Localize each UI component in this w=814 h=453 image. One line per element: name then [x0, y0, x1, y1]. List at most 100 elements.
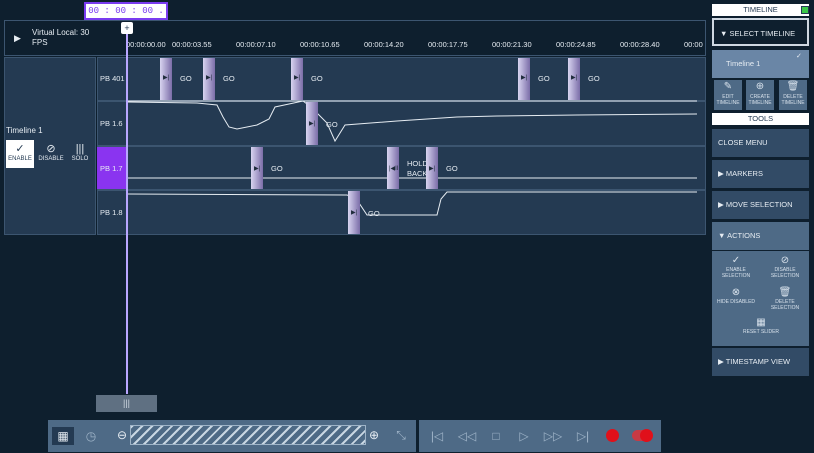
cue-label: GO [538, 74, 550, 83]
disable-selection-button[interactable]: ⊘ DISABLE SELECTION [763, 255, 807, 279]
ruler-tick-3: 00:00:10.65 [300, 40, 340, 49]
ruler-header [4, 20, 706, 56]
disable-icon: ⊘ [780, 255, 790, 266]
edit-timeline-label: EDIT TIMELINE [716, 94, 740, 106]
trash-icon: 🗑 [786, 81, 800, 92]
playhead-drag-handle[interactable]: ||| [96, 395, 157, 412]
edit-timeline-button[interactable]: ✎ EDIT TIMELINE [714, 80, 742, 110]
status-indicator-icon [801, 6, 809, 14]
triangle-down-icon: ▼ [720, 29, 730, 38]
cue-label: GO [311, 74, 323, 83]
delete-timeline-button[interactable]: 🗑 DELETE TIMELINE [779, 80, 807, 110]
solo-bars-icon: ||| [75, 143, 85, 155]
reset-slider-button[interactable]: ▦ RESET SLIDER [739, 317, 783, 335]
pencil-icon: ✎ [723, 81, 733, 92]
cue-label: GO [223, 74, 235, 83]
ruler-tick-9: 00:00 [684, 40, 703, 49]
ruler-tick-2: 00:00:07.10 [236, 40, 276, 49]
create-timeline-button[interactable]: ⊕ CREATE TIMELINE [746, 80, 774, 110]
collapse-icon[interactable]: ⤡ [392, 426, 410, 444]
delete-timeline-label: DELETE TIMELINE [781, 94, 805, 106]
cue-play-icon: ▶| [254, 166, 261, 172]
hide-icon: ⊗ [731, 287, 741, 298]
triangle-right-icon: ▶ [718, 169, 726, 178]
select-timeline-label: SELECT TIMELINE [729, 29, 796, 38]
cue-play-icon: ▶| [294, 75, 301, 81]
enable-selection-label: ENABLE SELECTION [721, 267, 751, 279]
select-timeline-button[interactable]: ▼ SELECT TIMELINE [712, 18, 809, 46]
solo-button[interactable]: ||| SOLO [66, 140, 94, 168]
timestamp-view-button[interactable]: ▶ TIMESTAMP VIEW [712, 348, 809, 376]
record-toggle-knob [640, 429, 653, 442]
ruler-tick-4: 00:00:14.20 [364, 40, 404, 49]
playhead-knob[interactable]: + [121, 22, 133, 34]
disable-button[interactable]: ⊘ DISABLE [37, 140, 65, 168]
stop-icon[interactable]: □ [488, 426, 504, 446]
cue-play-icon: ▶| [429, 166, 436, 172]
check-circle-icon: ✓ [15, 143, 25, 155]
hide-disabled-button[interactable]: ⊗ HIDE DISABLED [714, 287, 758, 305]
triangle-right-icon: ▶ [718, 200, 726, 209]
triangle-down-icon: ▼ [718, 231, 728, 240]
ruler-tick-1: 00:00:03.55 [172, 40, 212, 49]
cue-label: GO [446, 164, 458, 173]
fast-forward-icon[interactable]: ▷▷ [542, 426, 564, 446]
automation-curves [126, 100, 698, 216]
ruler-tick-7: 00:00:24.85 [556, 40, 596, 49]
rewind-icon[interactable]: ◁◁ [456, 426, 478, 446]
delete-selection-button[interactable]: 🗑 DELETE SELECTION [763, 287, 807, 311]
playhead-line[interactable] [126, 22, 128, 394]
actions-label: ACTIONS [727, 231, 761, 240]
ruler-tick-8: 00:00:28.40 [620, 40, 660, 49]
disable-selection-label: DISABLE SELECTION [770, 267, 800, 279]
fps-text: FPS [32, 38, 48, 47]
virtual-local-label: Virtual Local: 30 FPS [32, 28, 102, 48]
cue-play-icon: ▶| [351, 210, 358, 216]
play-icon[interactable]: ▶ [14, 33, 21, 44]
cue-play-icon: ▶| [163, 75, 170, 81]
enable-label: ENABLE [8, 156, 32, 162]
timeline-name: Timeline 1 [6, 126, 43, 135]
cue-label: GO [588, 74, 600, 83]
record-icon[interactable] [606, 429, 619, 442]
enable-button[interactable]: ✓ ENABLE [6, 140, 34, 168]
triangle-right-icon: ▶ [718, 357, 726, 366]
cue-hold-icon: |◀II [389, 166, 399, 172]
timeline-list-item-label: Timeline 1 [726, 59, 761, 68]
trash-icon: 🗑 [778, 287, 792, 298]
ruler-tick-5: 00:00:17.75 [428, 40, 468, 49]
timecode-display[interactable]: 00 : 00 : 00 . 00 [84, 2, 168, 30]
timestamp-view-label: TIMESTAMP VIEW [725, 357, 791, 366]
move-selection-button[interactable]: ▶ MOVE SELECTION [712, 191, 809, 219]
timeline-list-item[interactable]: Timeline 1 ✓ [712, 50, 809, 78]
actions-button[interactable]: ▼ ACTIONS [712, 222, 809, 250]
cue-label: GO [271, 164, 283, 173]
clock-icon[interactable]: ◷ [80, 427, 102, 445]
markers-button[interactable]: ▶ MARKERS [712, 160, 809, 188]
ruler-tick-0: 00:00:00.00 [126, 40, 166, 49]
solo-label: SOLO [71, 156, 89, 162]
enable-selection-button[interactable]: ✓ ENABLE SELECTION [714, 255, 758, 279]
ruler-tick-6: 00:00:21.30 [492, 40, 532, 49]
markers-label: MARKERS [725, 169, 763, 178]
sidebar-title: TIMELINE [712, 4, 809, 16]
zoom-in-icon[interactable]: ⊕ [366, 426, 382, 444]
zoom-slider[interactable] [130, 425, 366, 445]
disable-label: DISABLE [38, 156, 64, 162]
plus-circle-icon: ⊕ [755, 81, 765, 92]
grid-icon[interactable]: ▦ [52, 427, 74, 445]
cue-label: GO [180, 74, 192, 83]
zoom-out-icon[interactable]: ⊖ [114, 426, 130, 444]
cue-play-icon: ▶| [309, 121, 316, 127]
disable-icon: ⊘ [46, 143, 56, 155]
play-icon[interactable]: ▷ [516, 426, 532, 446]
cue-play-icon: ▶| [571, 75, 578, 81]
cue-play-icon: ▶| [206, 75, 213, 81]
create-timeline-label: CREATE TIMELINE [748, 94, 772, 106]
close-menu-button[interactable]: CLOSE MENU [712, 129, 809, 157]
skip-start-icon[interactable]: |◁ [428, 426, 446, 446]
reset-slider-label: RESET SLIDER [742, 329, 780, 335]
delete-selection-label: DELETE SELECTION [770, 299, 800, 311]
virtual-local-text: Virtual Local: 30 [32, 28, 90, 37]
skip-end-icon[interactable]: ▷| [574, 426, 592, 446]
